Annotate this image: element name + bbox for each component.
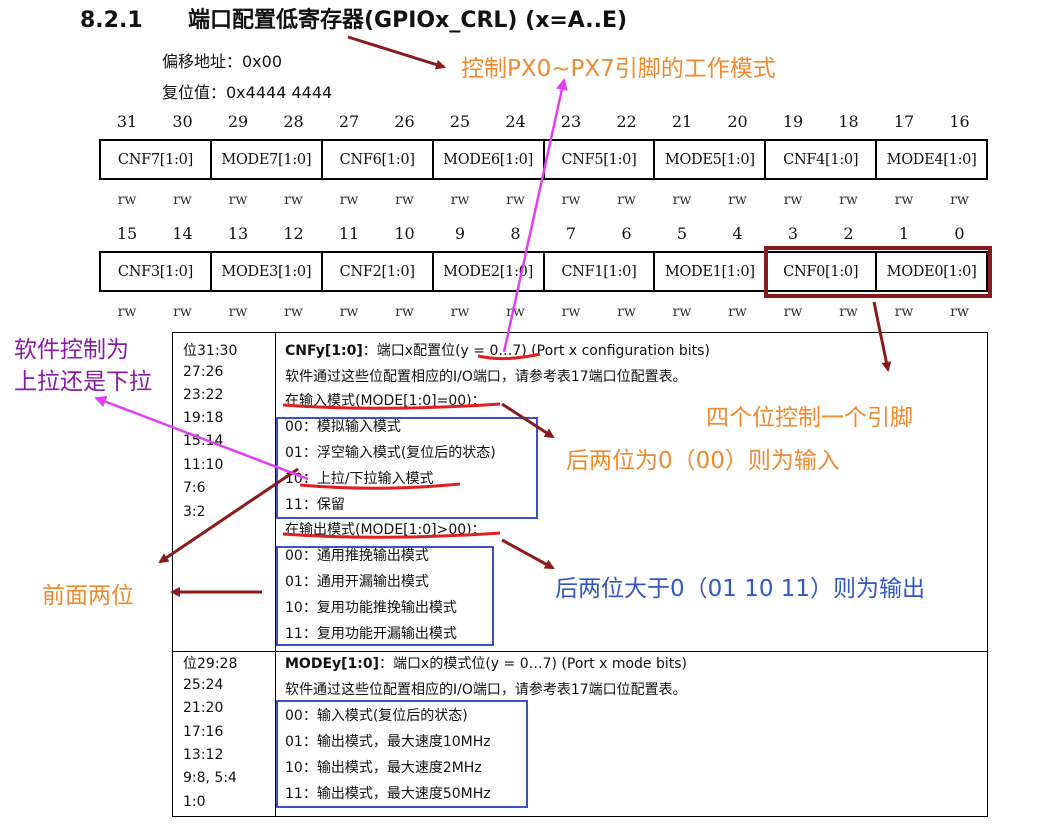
arrow-front-two-diagonal: [158, 467, 299, 564]
underline-pull-mode: [299, 482, 461, 490]
arrow-to-output-note: [501, 538, 555, 570]
annotation-software-pull-line2: 上拉还是下拉: [14, 369, 152, 395]
annotation-four-bits: 四个位控制一个引脚: [706, 405, 913, 431]
annotation-software-pull-line1: 软件控制为: [14, 337, 129, 363]
underline-input-mode: [282, 402, 501, 410]
arrow-to-four-bits: [872, 301, 892, 372]
annotation-front-two: 前面两位: [42, 583, 134, 609]
arrow-control-px-up: [502, 78, 568, 353]
underline-y-range: [477, 352, 541, 361]
arrow-to-input-note: [501, 402, 555, 439]
arrow-pull-left: [94, 395, 309, 481]
annotation-control-px: 控制PX0~PX7引脚的工作模式: [461, 56, 776, 82]
underline-output-mode: [282, 531, 501, 539]
arrow-to-control-px: [347, 35, 446, 70]
annotation-output-note: 后两位大于0（01 10 11）则为输出: [555, 576, 926, 602]
annotation-input-note: 后两位为0（00）则为输入: [566, 448, 840, 474]
